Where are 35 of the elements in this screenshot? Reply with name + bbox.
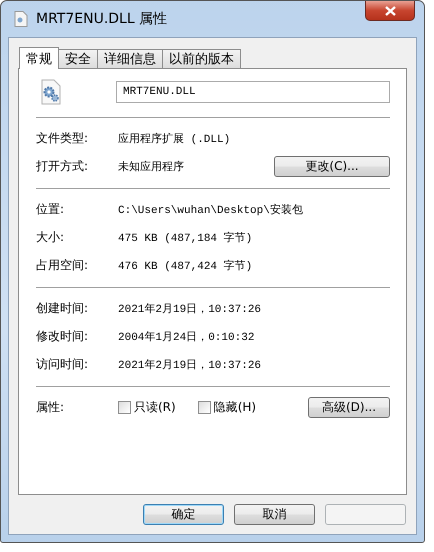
window-title: MRT7ENU.DLL 属性 <box>36 10 168 28</box>
dialog-button[interactable]: 确定 <box>143 504 224 525</box>
field-value: 未知应用程序 <box>118 160 185 174</box>
file-icon <box>14 11 28 27</box>
checkbox[interactable] <box>118 401 131 414</box>
tab[interactable]: 常规 <box>19 47 59 69</box>
checkbox[interactable] <box>198 401 211 414</box>
checkbox-label[interactable]: 隐藏(H) <box>198 399 256 416</box>
checkbox-label[interactable]: 只读(R) <box>118 399 176 416</box>
change-button[interactable]: 更改(C)... <box>274 156 390 177</box>
field-label: 位置: <box>36 201 66 218</box>
file-name-field[interactable]: MRT7ENU.DLL <box>116 81 390 103</box>
tab[interactable]: 安全 <box>58 49 98 68</box>
tab[interactable]: 详细信息 <box>97 49 163 68</box>
close-icon <box>384 6 396 16</box>
field-label: 文件类型: <box>36 130 90 147</box>
field-value: C:\Users\wuhan\Desktop\安装包 <box>118 202 304 217</box>
field-value: 2004年1月24日，0:10:32 <box>118 330 256 344</box>
field-label: 创建时间: <box>36 300 90 317</box>
field-value: 2021年2月19日，10:37:26 <box>118 302 262 316</box>
field-value: 476 KB (487,424 字节) <box>118 258 254 273</box>
tab[interactable]: 以前的版本 <box>162 49 241 68</box>
field-label: 打开方式: <box>36 158 90 175</box>
field-label: 属性: <box>36 399 66 416</box>
field-label: 占用空间: <box>36 257 90 274</box>
close-button[interactable] <box>365 1 415 21</box>
field-label: 修改时间: <box>36 328 90 345</box>
field-value: 2021年2月19日，10:37:26 <box>118 358 262 372</box>
file-gear-icon <box>40 79 62 105</box>
advanced-button[interactable]: 高级(D)... <box>308 397 390 418</box>
dialog-button[interactable]: 取消 <box>234 504 315 525</box>
field-label: 访问时间: <box>36 356 90 373</box>
field-value: 475 KB (487,184 字节) <box>118 230 254 245</box>
field-value: 应用程序扩展 (.DLL) <box>118 132 232 146</box>
field-label: 大小: <box>36 229 66 246</box>
